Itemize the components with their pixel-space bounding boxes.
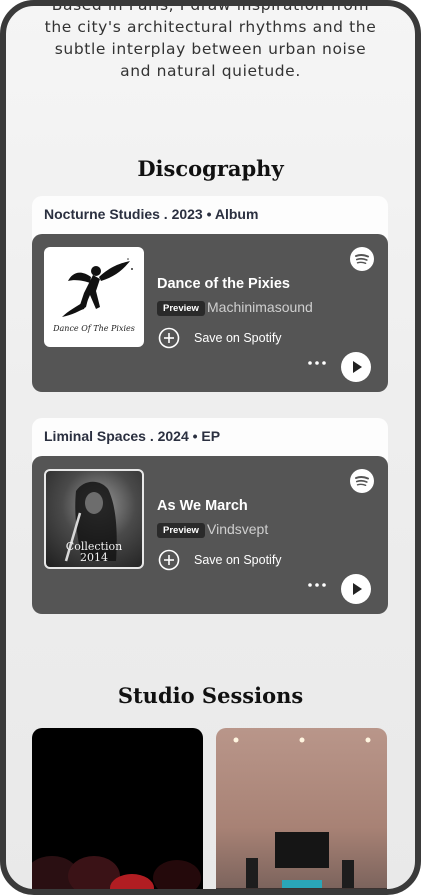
save-on-spotify-link[interactable]: Save on Spotify	[194, 553, 282, 567]
studio-room-image	[216, 737, 387, 889]
artist-name[interactable]: Vindsvept	[207, 521, 268, 537]
play-button[interactable]	[341, 574, 371, 604]
spotify-icon[interactable]	[350, 469, 374, 493]
bio-line: subtle interplay between urban noise	[54, 40, 367, 58]
spotify-player: Dance Of The Pixies Dance of the Pixies …	[32, 234, 388, 392]
stage-lights-image	[32, 856, 201, 889]
release-card: Liminal Spaces . 2024 • EP Collection 20…	[32, 418, 388, 614]
release-card: Nocturne Studies . 2023 • Album Dance Of…	[32, 196, 388, 392]
more-options-icon[interactable]	[307, 360, 327, 366]
track-name[interactable]: As We March	[157, 498, 248, 514]
discography-title: Discography	[137, 156, 284, 181]
bio-text: Based in Paris, I draw inspiration from …	[26, 0, 395, 82]
more-options-icon[interactable]	[307, 582, 327, 588]
preview-badge: Preview	[157, 301, 205, 316]
bio-line: the city's architectural rhythms and the	[44, 18, 377, 36]
add-circle-icon[interactable]	[158, 327, 180, 349]
album-cover[interactable]: Dance Of The Pixies	[44, 247, 144, 347]
bio-line: Based in Paris, I draw inspiration from	[51, 0, 370, 14]
add-circle-icon[interactable]	[158, 549, 180, 571]
save-on-spotify-link[interactable]: Save on Spotify	[194, 331, 282, 345]
cover-year: 2014	[80, 551, 108, 564]
preview-badge: Preview	[157, 523, 205, 538]
play-icon	[353, 361, 362, 373]
studio-sessions-title: Studio Sessions	[117, 683, 304, 708]
bio-line: and natural quietude.	[120, 62, 301, 80]
phone-frame: Based in Paris, I draw inspiration from …	[0, 0, 421, 895]
play-icon	[353, 583, 362, 595]
cover-title: Collection 2014	[46, 541, 142, 563]
track-name[interactable]: Dance of the Pixies	[157, 276, 290, 292]
studio-session-video[interactable]	[216, 728, 387, 889]
studio-session-video[interactable]	[32, 728, 203, 889]
play-button[interactable]	[341, 352, 371, 382]
artist-name[interactable]: Machinimasound	[207, 299, 313, 315]
spotify-icon[interactable]	[350, 247, 374, 271]
fairy-silhouette-icon	[62, 258, 133, 317]
album-cover[interactable]: Collection 2014	[44, 469, 144, 569]
cover-title: Dance Of The Pixies	[53, 324, 135, 333]
spotify-player: Collection 2014 As We March Preview Vind…	[32, 456, 388, 614]
